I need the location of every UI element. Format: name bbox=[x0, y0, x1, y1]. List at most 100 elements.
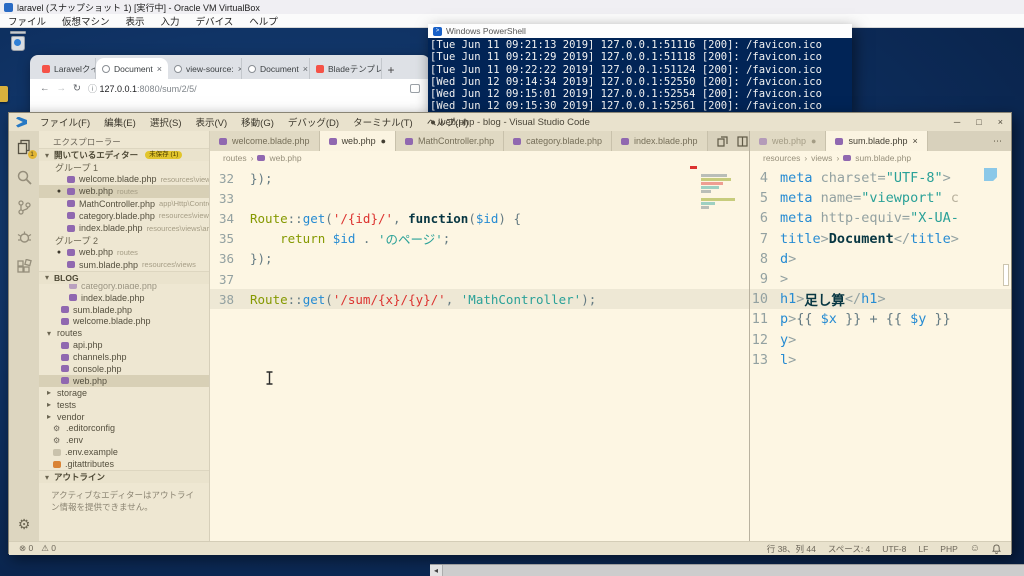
minimize-icon[interactable]: ─ bbox=[954, 117, 960, 127]
vscode-menu-item[interactable]: 編集(E) bbox=[97, 115, 143, 129]
breadcrumb-item[interactable]: sum.blade.php bbox=[855, 153, 911, 163]
new-tab-button[interactable]: + bbox=[382, 61, 400, 79]
breadcrumb-item[interactable]: routes bbox=[223, 153, 247, 163]
tree-file[interactable]: category.blade.php bbox=[39, 283, 209, 292]
section-open-editors[interactable]: ▾ 開いているエディター 未保存 (1) bbox=[39, 148, 209, 161]
problems-errors[interactable]: ⊗ 0 bbox=[19, 543, 33, 554]
code-line[interactable]: 13 l > bbox=[750, 350, 1011, 370]
vbox-menu-item[interactable]: デバイス bbox=[188, 14, 242, 28]
vbox-menu-item[interactable]: ヘルプ bbox=[241, 14, 286, 28]
reload-icon[interactable]: ↻ bbox=[73, 83, 81, 94]
vscode-menu-item[interactable]: ターミナル(T) bbox=[346, 115, 420, 129]
section-project[interactable]: ▾ BLOG bbox=[39, 270, 209, 284]
code-line[interactable]: 33 bbox=[210, 188, 749, 208]
tree-folder[interactable]: ▸ storage bbox=[39, 387, 209, 399]
vscode-menu-item[interactable]: デバッグ(D) bbox=[281, 115, 346, 129]
code-line[interactable]: 35 return $id . 'のページ'; bbox=[210, 229, 749, 249]
vbox-menu-item[interactable]: 表示 bbox=[118, 14, 153, 28]
info-icon[interactable]: ⓘ bbox=[88, 84, 97, 94]
browser-action-icon[interactable] bbox=[410, 84, 420, 93]
open-editor-item[interactable]: sum.blade.php resources\views bbox=[39, 259, 209, 271]
tree-file[interactable]: .env.example bbox=[39, 446, 209, 458]
recycle-bin-icon[interactable] bbox=[10, 31, 26, 51]
address-bar[interactable]: ⓘ 127.0.0.1:8080/sum/2/5/ bbox=[88, 82, 197, 95]
tree-folder[interactable]: ▾ routes bbox=[39, 327, 209, 339]
tree-file[interactable]: ⚙ .editorconfig bbox=[39, 422, 209, 434]
breadcrumb-item[interactable]: views bbox=[811, 153, 832, 163]
feedback-smiley-icon[interactable]: ☺ bbox=[970, 543, 980, 554]
open-editor-item[interactable]: ● web.php routes bbox=[39, 185, 209, 198]
section-outline[interactable]: ▾ アウトライン bbox=[39, 470, 209, 484]
tab-close-icon[interactable]: × bbox=[303, 64, 308, 74]
extensions-icon[interactable] bbox=[16, 258, 33, 276]
vbox-menu-item[interactable]: 入力 bbox=[153, 14, 188, 28]
editor-tab[interactable]: web.php ● bbox=[750, 131, 827, 151]
tree-file[interactable]: web.php bbox=[39, 374, 209, 387]
tree-file[interactable]: ⚙ .env bbox=[39, 434, 209, 446]
manage-gear-icon[interactable]: ⚙ bbox=[9, 516, 39, 533]
code-line[interactable]: 6 meta http-equiv= "X-UA- bbox=[750, 208, 1011, 228]
open-editor-item[interactable]: category.blade.phpresources\views\archiv… bbox=[39, 210, 209, 222]
code-line[interactable]: 36}); bbox=[210, 249, 749, 269]
editor-tab[interactable]: web.php ● bbox=[319, 131, 397, 151]
code-line[interactable]: 38 Route:: get('/sum/{x}/{y}/', 'MathContr… bbox=[210, 289, 749, 310]
editor-tab[interactable]: MathController.php bbox=[396, 131, 505, 151]
notifications-bell-icon[interactable] bbox=[992, 543, 1001, 554]
vscode-menu-item[interactable]: 表示(V) bbox=[188, 115, 234, 129]
tree-file[interactable]: welcome.blade.php bbox=[39, 315, 209, 327]
code-line[interactable]: 11 p >{{ $x }} + {{ $y }} bbox=[750, 309, 1011, 329]
tree-file[interactable]: api.php bbox=[39, 339, 209, 351]
tab-close-icon[interactable]: × bbox=[913, 136, 918, 146]
explorer-icon[interactable]: 1 bbox=[16, 139, 37, 159]
browser-tab[interactable]: Laravelクイック× bbox=[36, 58, 96, 79]
editor-layout-icon[interactable] bbox=[736, 135, 748, 147]
open-editor-item[interactable]: ● web.php routes bbox=[39, 246, 209, 258]
breadcrumb-item[interactable]: resources bbox=[763, 153, 800, 163]
status-item[interactable]: PHP bbox=[940, 544, 957, 554]
editor-sum-blade-php[interactable]: 4 meta charset= "UTF-8" >5 meta name= "viewpo… bbox=[750, 164, 1011, 541]
debug-icon[interactable] bbox=[16, 229, 33, 246]
open-editor-item[interactable]: index.blade.phpresources\views\archives bbox=[39, 222, 209, 234]
tree-folder[interactable]: ▸ tests bbox=[39, 399, 209, 411]
back-icon[interactable]: ← bbox=[40, 83, 50, 94]
tree-folder[interactable]: ▸ vendor bbox=[39, 411, 209, 423]
status-item[interactable]: LF bbox=[918, 544, 928, 554]
status-item[interactable]: 行 38、列 44 bbox=[767, 543, 816, 555]
editor-tab[interactable]: sum.blade.php × bbox=[826, 131, 928, 151]
vscode-menu-item[interactable]: ファイル(F) bbox=[33, 115, 97, 129]
editor-tab[interactable]: index.blade.php bbox=[611, 131, 708, 151]
code-line[interactable]: 37 bbox=[210, 269, 749, 289]
code-line[interactable]: 32}); bbox=[210, 168, 749, 188]
breadcrumb-group-1[interactable]: routes › web.php bbox=[210, 151, 749, 164]
code-line[interactable]: 12 y > bbox=[750, 330, 1011, 350]
editor-tab[interactable]: category.blade.php bbox=[504, 131, 612, 151]
desktop-folder-icon[interactable] bbox=[0, 86, 8, 102]
forward-icon[interactable]: → bbox=[57, 83, 67, 94]
browser-tab[interactable]: Document × bbox=[96, 58, 168, 79]
code-line[interactable]: 4 meta charset= "UTF-8" > bbox=[750, 168, 1011, 188]
scrollbar-left-arrow-icon[interactable]: ◂ bbox=[430, 565, 443, 576]
status-item[interactable]: スペース: 4 bbox=[828, 543, 870, 555]
browser-tab[interactable]: Bladeテンプレ...× bbox=[310, 58, 382, 79]
tab-close-icon[interactable]: × bbox=[157, 64, 162, 74]
close-icon[interactable]: × bbox=[998, 117, 1003, 127]
problems-warnings[interactable]: ⚠ 0 bbox=[41, 543, 56, 554]
maximize-icon[interactable]: □ bbox=[976, 117, 981, 127]
browser-tab[interactable]: Document × bbox=[242, 58, 310, 79]
browser-tab[interactable]: view-source:× bbox=[168, 58, 242, 79]
split-editor-icon[interactable] bbox=[716, 135, 728, 147]
source-control-icon[interactable] bbox=[16, 199, 33, 216]
code-line[interactable]: 7 title > Document </title > bbox=[750, 229, 1011, 249]
editor-web-php[interactable]: 32}); 33 34 Route:: get('/{id}/', function($… bbox=[210, 164, 749, 541]
tree-file[interactable]: channels.php bbox=[39, 351, 209, 363]
breadcrumb-item[interactable]: web.php bbox=[269, 153, 301, 163]
vscode-menu-item[interactable]: 移動(G) bbox=[234, 115, 281, 129]
open-editor-item[interactable]: MathController.phpapp\Http\Controllers bbox=[39, 198, 209, 210]
editor-tab[interactable]: welcome.blade.php bbox=[210, 131, 320, 151]
vbox-menu-item[interactable]: ファイル bbox=[0, 14, 54, 28]
tree-file[interactable]: sum.blade.php bbox=[39, 304, 209, 316]
code-line[interactable]: 8 d > bbox=[750, 249, 1011, 269]
code-line[interactable]: 10 h1 > 足し算 </h1 > bbox=[750, 289, 1011, 310]
code-line[interactable]: 5 meta name= "viewport" c bbox=[750, 188, 1011, 208]
powershell-titlebar[interactable]: > Windows PowerShell bbox=[428, 24, 852, 38]
